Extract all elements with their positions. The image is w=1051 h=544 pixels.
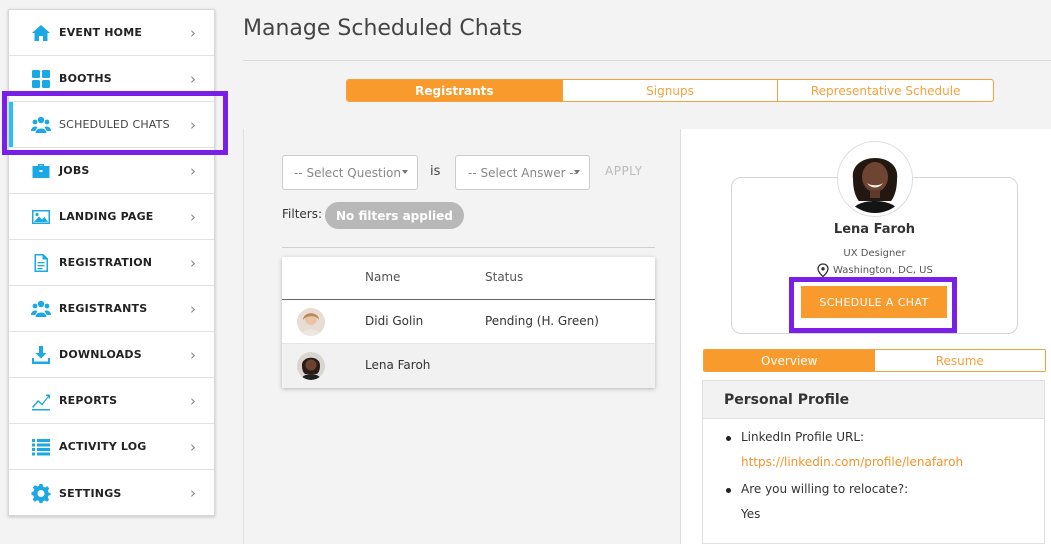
avatar [297,308,325,336]
page-title: Manage Scheduled Chats [243,16,523,41]
briefcase-icon [31,161,51,181]
sidebar-item-label: BOOTHS [59,72,112,85]
caret-down-icon [574,170,580,174]
sidebar-item-event-home[interactable]: EVENT HOME › [9,10,214,56]
question-select-value: -- Select Question [294,165,401,180]
sidebar-item-registrants[interactable]: REGISTRANTS › [9,286,214,332]
schedule-chat-button[interactable]: SCHEDULE A CHAT [801,286,947,318]
sidebar-item-label: JOBS [59,164,90,177]
field-label: Are you willing to relocate?: [741,482,909,496]
caret-down-icon [402,170,408,174]
sidebar-item-label: DOWNLOADS [59,348,142,361]
image-icon [31,207,51,227]
filters-label: Filters: [282,207,323,221]
field-value: Yes [741,507,761,521]
answer-select[interactable]: -- Select Answer -- [455,155,590,190]
profile-avatar [838,142,912,216]
table-header: Name Status [282,257,655,300]
gear-icon [31,483,51,503]
chevron-right-icon: › [190,391,196,410]
column-header-name[interactable]: Name [365,270,400,284]
sidebar-item-label: ACTIVITY LOG [59,440,147,453]
sidebar-item-label: EVENT HOME [59,26,143,39]
sidebar-item-scheduled-chats[interactable]: SCHEDULED CHATS › [9,102,214,148]
chevron-right-icon: › [190,253,196,272]
is-label: is [430,164,441,179]
main-tabs: Registrants Signups Representative Sched… [346,79,994,102]
profile-role: UX Designer [843,248,906,259]
table-row[interactable]: Lena Faroh [282,344,655,388]
sidebar-item-label: REPORTS [59,394,118,407]
sidebar-nav: EVENT HOME › BOOTHS › SCHEDULED CHATS › … [8,9,215,516]
linkedin-link[interactable]: https://linkedin.com/profile/lenafaroh [741,455,963,469]
document-icon [31,253,51,273]
chevron-right-icon: › [190,69,196,88]
sidebar-item-jobs[interactable]: JOBS › [9,148,214,194]
sidebar-item-label: REGISTRATION [59,256,153,269]
chevron-right-icon: › [190,484,196,502]
sidebar-item-settings[interactable]: SETTINGS › [9,470,214,516]
avatar [297,352,325,380]
personal-profile-section: Personal Profile LinkedIn Profile URL: h… [702,380,1045,544]
chevron-right-icon: › [190,345,196,364]
chevron-right-icon: › [190,207,196,226]
sidebar-item-downloads[interactable]: DOWNLOADS › [9,332,214,378]
list-icon [31,437,51,457]
field-label: LinkedIn Profile URL: [741,430,865,444]
profile-field: LinkedIn Profile URL: https://linkedin.c… [726,430,1044,469]
download-icon [31,345,51,365]
divider [243,60,1051,61]
divider [282,247,655,248]
chevron-right-icon: › [190,161,196,180]
registrant-name: Didi Golin [365,314,424,328]
registrant-name: Lena Faroh [365,358,431,372]
sidebar-item-activity-log[interactable]: ACTIVITY LOG › [9,424,214,470]
profile-location: Washington, DC, US [817,263,933,277]
home-icon [31,23,51,43]
sidebar-item-reports[interactable]: REPORTS › [9,378,214,424]
filter-status-badge: No filters applied [325,202,464,229]
sidebar-item-registration[interactable]: REGISTRATION › [9,240,214,286]
sidebar-item-label: SETTINGS [59,486,122,500]
tab-signups[interactable]: Signups [563,80,779,101]
tab-representative-schedule[interactable]: Representative Schedule [778,80,993,101]
profile-tabs: Overview Resume [703,349,1046,372]
sidebar-item-label: LANDING PAGE [59,210,154,223]
profile-field-list: LinkedIn Profile URL: https://linkedin.c… [703,419,1044,521]
users-icon [31,299,51,319]
profile-location-text: Washington, DC, US [833,264,933,276]
apply-button[interactable]: APPLY [605,164,643,178]
profile-field: Are you willing to relocate?: Yes [726,482,1044,521]
chevron-right-icon: › [190,115,196,134]
sidebar-item-booths[interactable]: BOOTHS › [9,56,214,102]
sidebar-item-label: SCHEDULED CHATS [59,118,170,131]
column-header-status[interactable]: Status [485,270,523,284]
registrant-status: Pending (H. Green) [485,314,599,328]
section-title: Personal Profile [703,381,1044,419]
location-pin-icon [817,263,829,277]
users-icon [31,115,51,135]
tab-resume[interactable]: Resume [874,350,1045,371]
registrants-table: Name Status Didi Golin Pending (H. Green… [282,257,655,388]
question-select[interactable]: -- Select Question [282,155,418,190]
booths-icon [31,69,51,89]
sidebar-item-landing-page[interactable]: LANDING PAGE › [9,194,214,240]
table-row[interactable]: Didi Golin Pending (H. Green) [282,300,655,344]
tab-registrants[interactable]: Registrants [347,80,563,101]
chevron-right-icon: › [190,23,196,42]
chevron-right-icon: › [190,437,196,456]
answer-select-value: -- Select Answer -- [468,165,578,180]
chevron-right-icon: › [190,299,196,318]
profile-name: Lena Faroh [833,222,916,237]
sidebar-item-label: REGISTRANTS [59,302,148,315]
chart-icon [31,391,51,411]
tab-overview[interactable]: Overview [704,350,875,371]
